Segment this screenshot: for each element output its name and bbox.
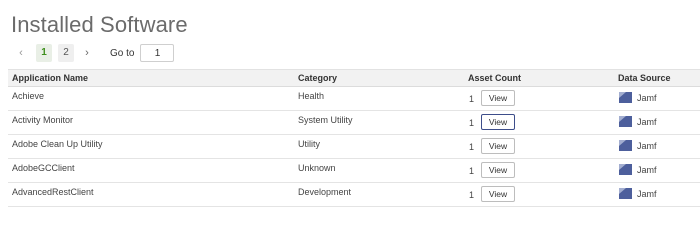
jamf-icon [619,116,632,127]
view-button[interactable]: View [481,138,515,154]
view-button[interactable]: View [481,162,515,178]
jamf-icon [619,188,632,199]
data-source-label: Jamf [637,116,657,127]
chevron-left-icon[interactable]: ‹ [12,47,30,59]
page-2-button[interactable]: 2 [58,44,74,62]
cell-application-name: AdvancedRestClient [12,187,94,197]
header-data-source[interactable]: Data Source [618,73,671,83]
cell-category: Development [298,187,352,197]
cell-data-source: Jamf [619,188,657,199]
chevron-right-icon[interactable]: › [78,47,96,59]
pagination: ‹ 1 2 › Go to [12,43,175,63]
data-source-label: Jamf [637,92,657,103]
cell-application-name: AdobeGCClient [12,163,75,173]
cell-data-source: Jamf [619,116,657,127]
view-button[interactable]: View [481,90,515,106]
data-source-label: Jamf [637,164,657,175]
view-button[interactable]: View [481,186,515,202]
cell-category: Utility [298,139,320,149]
cell-application-name: Achieve [12,91,45,101]
cell-asset-count: 1 [469,190,475,200]
table-row: AdvancedRestClient Development 1 View Ja… [8,183,700,207]
cell-category: Health [298,91,325,101]
jamf-icon [619,140,632,151]
table-header: Application Name Category Asset Count Da… [8,69,700,87]
cell-asset-count: 1 [469,118,475,128]
cell-asset-count: 1 [469,94,475,104]
jamf-icon [619,92,632,103]
header-category[interactable]: Category [298,73,337,83]
cell-asset-count: 1 [469,142,475,152]
data-source-label: Jamf [637,188,657,199]
view-button[interactable]: View [481,114,515,130]
cell-application-name: Activity Monitor [12,115,74,125]
cell-category: System Utility [298,115,353,125]
data-source-label: Jamf [637,140,657,151]
cell-data-source: Jamf [619,140,657,151]
table-row: Achieve Health 1 View Jamf [8,87,700,111]
header-asset-count[interactable]: Asset Count [468,73,521,83]
table-row: AdobeGCClient Unknown 1 View Jamf [8,159,700,183]
header-application-name[interactable]: Application Name [12,73,88,83]
page-1-button[interactable]: 1 [36,44,52,62]
cell-data-source: Jamf [619,92,657,103]
page-title: Installed Software [11,12,188,37]
cell-data-source: Jamf [619,164,657,175]
goto-page-input[interactable] [140,44,175,62]
cell-category: Unknown [298,163,336,173]
cell-asset-count: 1 [469,166,475,176]
table-row: Activity Monitor System Utility 1 View J… [8,111,700,135]
jamf-icon [619,164,632,175]
software-table: Application Name Category Asset Count Da… [8,69,700,207]
cell-application-name: Adobe Clean Up Utility [12,139,103,149]
goto-label: Go to [110,47,135,59]
table-row: Adobe Clean Up Utility Utility 1 View Ja… [8,135,700,159]
